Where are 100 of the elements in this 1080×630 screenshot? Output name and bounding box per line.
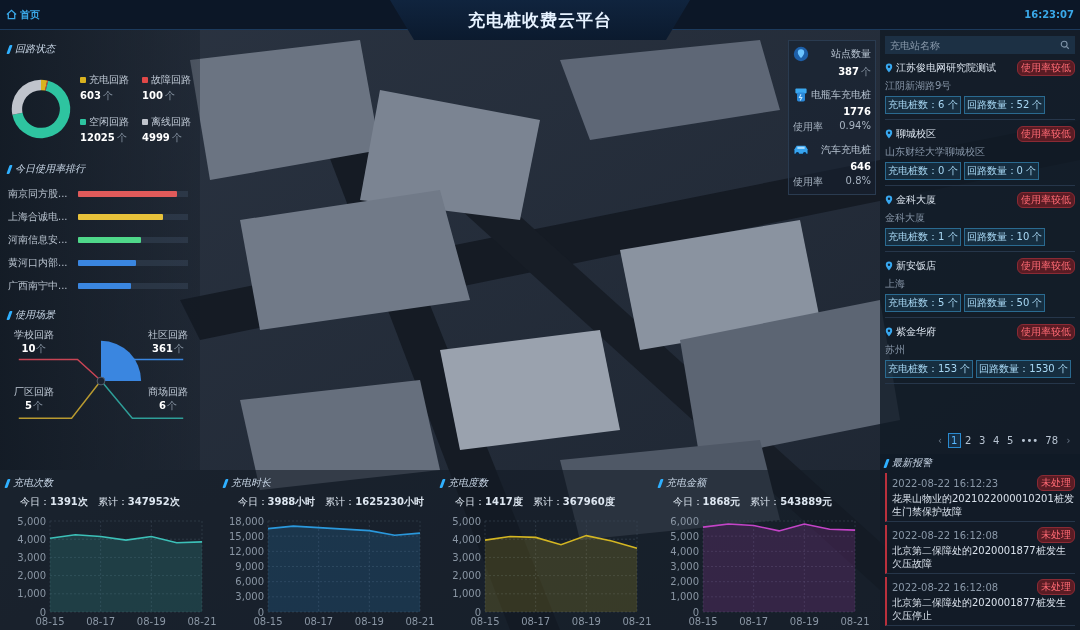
slice-label: 商场回路 xyxy=(148,385,188,399)
rate-label: 使用率 xyxy=(793,120,823,134)
page-button[interactable]: ••• xyxy=(1017,433,1042,448)
circuit-count-tag: 回路数量：1530 个 xyxy=(976,360,1071,378)
title-marker-icon xyxy=(439,478,446,488)
pile-count-tag: 充电桩数：153 个 xyxy=(885,360,974,378)
alarm-message: 花果山物业的2021022000010201桩发生门禁保护故障 xyxy=(892,493,1075,518)
x-tick-label: 08-19 xyxy=(571,616,601,627)
page-button[interactable]: 4 xyxy=(989,433,1003,448)
unit-label: 个 xyxy=(36,342,47,356)
legend-label: 充电回路 xyxy=(89,73,129,87)
station-name[interactable]: 聊城校区 xyxy=(896,127,1014,141)
previous-page-button[interactable]: ‹ xyxy=(933,433,947,448)
total-value: 累计：367960度 xyxy=(532,495,615,509)
station-name[interactable]: 金科大厦 xyxy=(896,193,1014,207)
charger-icon xyxy=(793,87,809,103)
total-value: 累计：1625230小时 xyxy=(325,495,425,509)
page-button[interactable]: 5 xyxy=(1003,433,1017,448)
status-badge: 未处理 xyxy=(1037,579,1075,595)
station-name[interactable]: 新安饭店 xyxy=(896,259,1014,273)
ranking-label: 广西南宁中... xyxy=(8,279,69,293)
unit-label: 个 xyxy=(116,131,127,145)
y-tick-label: 5,000 xyxy=(17,515,46,527)
x-tick-label: 08-17 xyxy=(521,616,551,627)
pile-count-tag: 充电桩数：1 个 xyxy=(885,228,961,246)
page-button[interactable]: 1 xyxy=(947,433,961,448)
title-marker-icon xyxy=(656,478,664,488)
total-value: 累计：347952次 xyxy=(97,495,180,509)
circuit-count-tag: 回路数量：0 个 xyxy=(963,162,1040,180)
unit-label: 个 xyxy=(861,65,871,79)
alarm-item[interactable]: 2022-08-22 16:12:23 未处理 花果山物业的2021022000010201桩发生门禁保护故障 xyxy=(885,473,1075,522)
page-button[interactable]: 2 xyxy=(961,433,975,448)
status-badge: 使用率较低 xyxy=(1017,258,1075,274)
location-pin-icon xyxy=(793,46,809,62)
slice-label: 社区回路 xyxy=(148,328,188,342)
stat-value: 387 xyxy=(838,66,859,77)
station-address: 苏州 xyxy=(885,343,906,357)
alarm-time: 2022-08-22 16:12:08 xyxy=(892,581,999,593)
y-tick-label: 18,000 xyxy=(228,515,264,527)
y-tick-label: 12,000 xyxy=(228,545,264,557)
donut-chart-drawing xyxy=(11,79,71,139)
next-page-button[interactable]: › xyxy=(1062,433,1075,448)
location-pin-icon xyxy=(885,327,893,337)
status-badge: 使用率较低 xyxy=(1017,324,1075,340)
y-tick-label: 3,000 xyxy=(669,561,699,572)
x-tick-label: 08-19 xyxy=(789,616,819,627)
circuit-count-tag: 回路数量：52 个 xyxy=(963,96,1046,114)
station-address: 山东财经大学聊城校区 xyxy=(885,145,986,159)
today-value: 今日：1417度 xyxy=(455,495,523,509)
rate-value: 0.8% xyxy=(845,175,871,188)
stat-label: 站点数量 xyxy=(831,47,871,61)
y-tick-label: 0 xyxy=(257,606,264,618)
x-tick-label: 08-15 xyxy=(470,616,500,627)
title-marker-icon xyxy=(883,458,890,468)
home-link[interactable]: 首页 xyxy=(6,7,40,22)
slice-value: 6 xyxy=(159,400,166,411)
x-tick-label: 08-19 xyxy=(136,616,166,627)
slice-value: 5 xyxy=(25,400,32,411)
y-tick-label: 15,000 xyxy=(228,530,264,542)
y-tick-label: 1,000 xyxy=(452,588,481,600)
y-tick-label: 3,000 xyxy=(234,591,264,603)
alarm-time: 2022-08-22 16:12:08 xyxy=(892,529,999,541)
location-pin-icon xyxy=(885,63,893,73)
stat-value: 1776 xyxy=(843,106,871,117)
circuit-count-tag: 回路数量：50 个 xyxy=(963,294,1046,312)
section-title: 充电金额 xyxy=(665,476,706,490)
y-tick-label: 0 xyxy=(474,606,481,618)
status-badge: 未处理 xyxy=(1037,475,1075,491)
slice-value: 361 xyxy=(152,343,173,354)
alarm-message: 北京第二保障处的2020001877桩发生欠压故障 xyxy=(892,545,1067,570)
ranking-label: 河南信息安... xyxy=(8,233,69,247)
station-name[interactable]: 紫金华府 xyxy=(896,325,1014,339)
x-tick-label: 08-19 xyxy=(354,616,384,627)
section-title: 今日使用率排行 xyxy=(15,162,85,176)
station-address: 上海 xyxy=(885,277,906,291)
y-tick-label: 9,000 xyxy=(234,561,264,572)
page-button[interactable]: 78 xyxy=(1042,433,1061,448)
title-marker-icon xyxy=(6,164,13,174)
slice-value: 10 xyxy=(21,343,36,354)
x-tick-label: 08-21 xyxy=(404,616,435,627)
stat-label: 电瓶车充电桩 xyxy=(811,88,871,102)
search-field[interactable]: 充电站名称 xyxy=(885,36,1075,54)
location-pin-icon xyxy=(885,195,893,205)
y-tick-label: 5,000 xyxy=(452,515,481,527)
today-value: 今日：3988小时 xyxy=(237,495,316,509)
y-tick-label: 4,000 xyxy=(669,545,699,557)
alarm-item[interactable]: 2022-08-22 16:12:08 未处理 北京第二保障处的2020001877桩发生欠压故障 xyxy=(885,525,1075,574)
slice-label: 学校回路 xyxy=(14,328,54,342)
y-tick-label: 5,000 xyxy=(669,530,699,542)
title-marker-icon xyxy=(4,478,11,488)
page-button[interactable]: 3 xyxy=(975,433,989,448)
x-tick-label: 08-21 xyxy=(187,616,217,627)
clock-time: 16:23:07 xyxy=(1024,9,1074,20)
alarm-item[interactable]: 2022-08-22 16:12:08 未处理 北京第二保障处的2020001877桩发生欠压停止 xyxy=(885,577,1075,626)
legend-label: 离线回路 xyxy=(151,115,191,129)
stat-label: 汽车充电桩 xyxy=(821,143,871,157)
station-name[interactable]: 江苏俊电网研究院测试 xyxy=(896,61,1014,75)
title-marker-icon xyxy=(6,310,13,320)
legend-value: 12025 xyxy=(80,132,115,143)
status-badge: 使用率较低 xyxy=(1017,60,1075,76)
